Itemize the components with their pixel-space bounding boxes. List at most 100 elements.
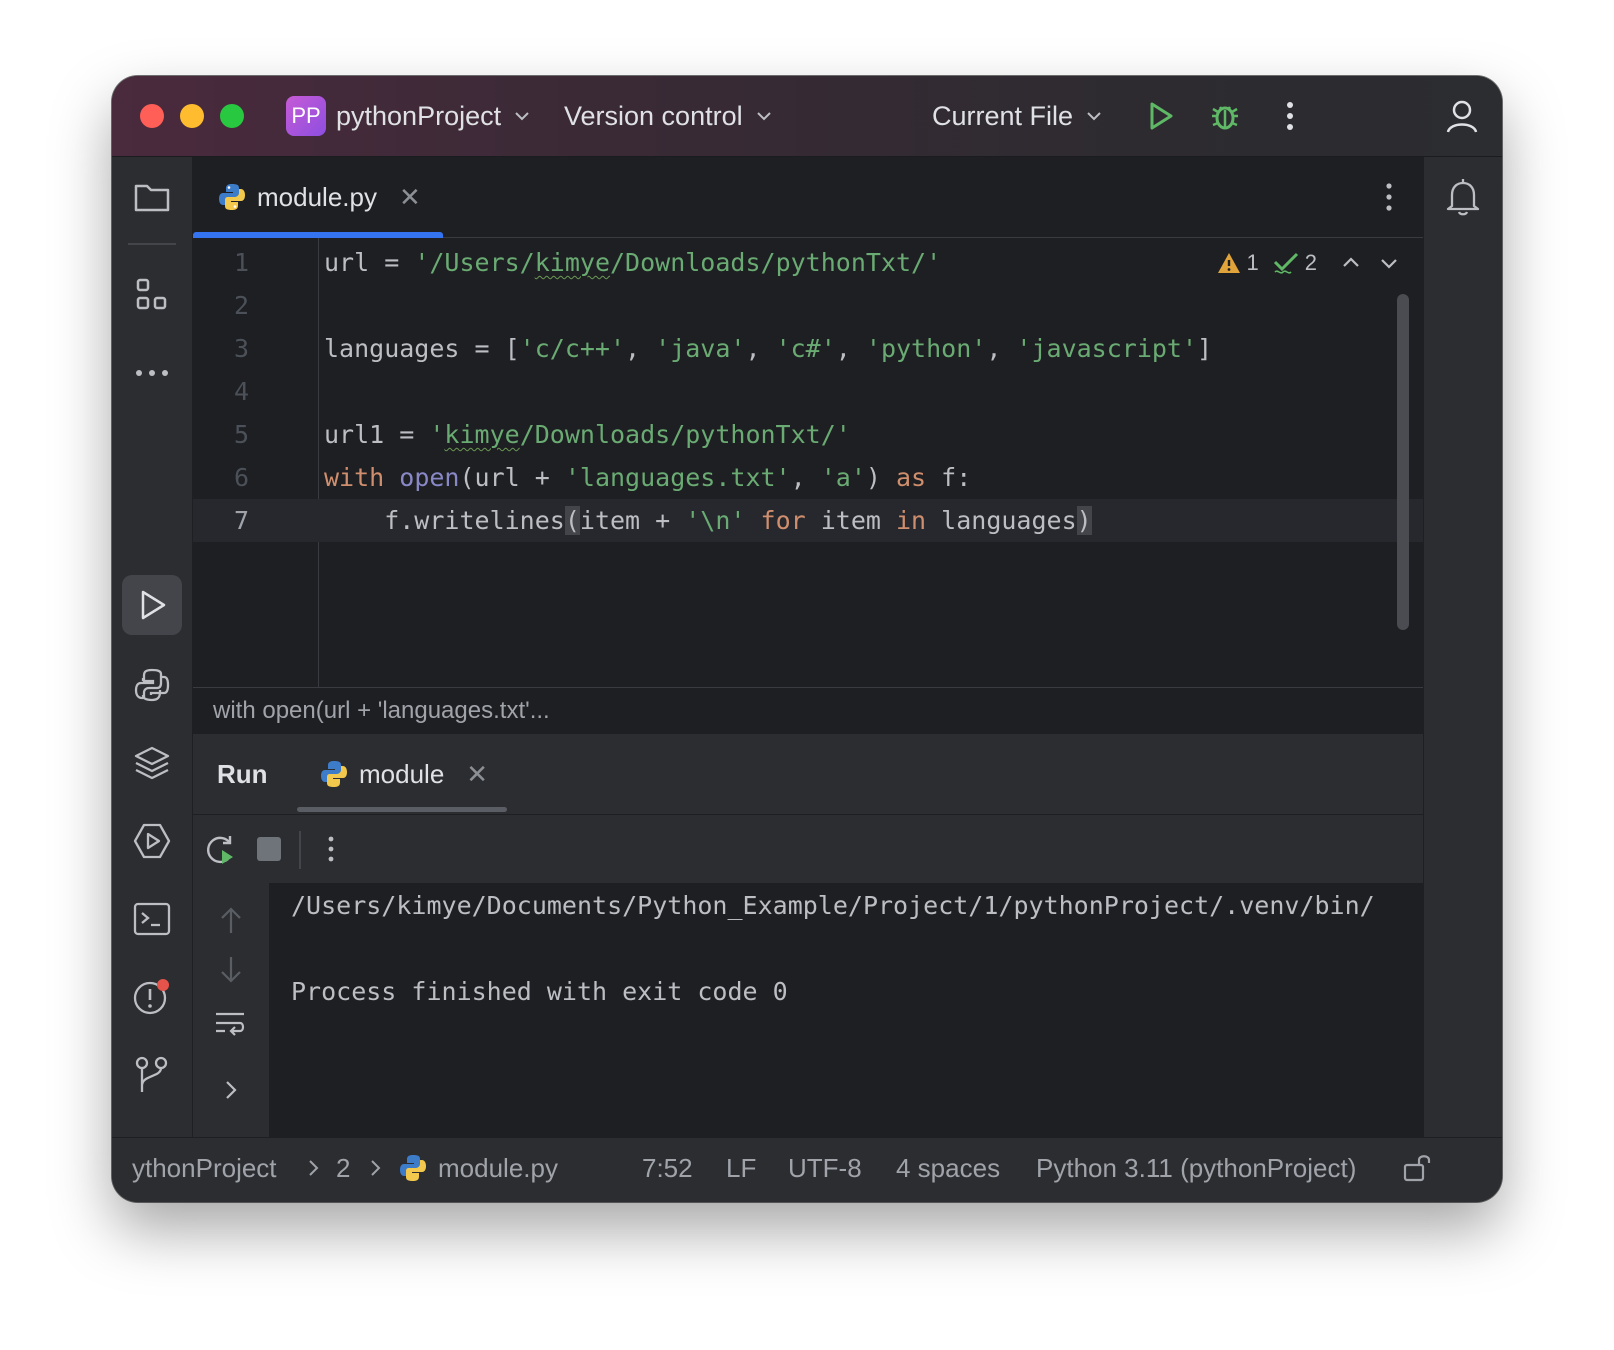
status-line-ending[interactable]: LF: [726, 1138, 756, 1198]
rerun-icon: [207, 836, 233, 864]
python-packages-button[interactable]: [132, 743, 172, 783]
more-actions-button[interactable]: [1280, 76, 1300, 156]
line-number: 5: [233, 420, 249, 449]
stop-button[interactable]: [257, 837, 281, 861]
python-icon: [134, 668, 170, 702]
terminal-icon: [133, 902, 171, 936]
arrow-up-icon[interactable]: [217, 905, 245, 935]
run-configuration-label: Current File: [932, 100, 1074, 131]
more-vertical-icon: [328, 836, 334, 862]
run-icon: [1150, 102, 1173, 130]
project-tool-button[interactable]: [132, 177, 172, 217]
arrow-down-icon[interactable]: [217, 955, 245, 985]
warning-count[interactable]: 1: [1217, 250, 1259, 276]
run-button[interactable]: [1144, 76, 1176, 156]
chevron-right-icon: [371, 1160, 381, 1176]
status-caret-position[interactable]: 7:52: [642, 1138, 693, 1198]
console-output-line: /Users/kimye/Documents/Python_Example/Pr…: [291, 891, 1375, 920]
soft-wrap-icon[interactable]: [213, 1009, 247, 1039]
status-file[interactable]: module.py: [438, 1138, 558, 1198]
status-folder[interactable]: 2: [336, 1138, 350, 1198]
zoom-window-button[interactable]: [220, 104, 244, 128]
project-widget[interactable]: PP pythonProject: [286, 76, 531, 156]
more-horizontal-icon: [136, 370, 168, 376]
run-icon: [141, 590, 166, 620]
user-icon: [1446, 100, 1478, 133]
tab-module-py[interactable]: module.py ✕: [193, 157, 443, 238]
run-tool-button[interactable]: [132, 585, 172, 625]
editor-tabs-menu-button[interactable]: [1381, 180, 1397, 214]
code-line[interactable]: 6 with open(url + 'languages.txt', 'a') a…: [193, 456, 1423, 499]
chevron-right-icon[interactable]: [221, 1077, 241, 1103]
close-tab-icon[interactable]: ✕: [399, 182, 421, 213]
code-line[interactable]: 4: [193, 370, 1423, 413]
structure-icon: [136, 278, 167, 310]
tool-separator: [128, 243, 176, 245]
title-bar: PP pythonProject Version control Current…: [112, 76, 1502, 157]
chevron-down-icon: [1087, 112, 1101, 121]
run-toolbar: [193, 815, 1423, 883]
line-number: 4: [233, 377, 249, 406]
run-configuration-selector[interactable]: Current File: [932, 76, 1103, 156]
code-line[interactable]: 2: [193, 284, 1423, 327]
close-window-button[interactable]: [140, 104, 164, 128]
services-tool-button[interactable]: [132, 821, 172, 861]
run-more-button[interactable]: [323, 833, 339, 865]
rerun-button[interactable]: [203, 832, 237, 866]
close-run-tab-icon[interactable]: ✕: [466, 759, 488, 790]
status-project[interactable]: ythonProject: [132, 1138, 277, 1198]
run-tab-label: module: [359, 758, 445, 789]
terminal-tool-button[interactable]: [132, 899, 172, 939]
account-button[interactable]: [1442, 76, 1482, 156]
console-side-toolbar: [193, 883, 269, 1137]
python-file-icon: [219, 184, 245, 210]
git-branch-icon: [135, 1056, 168, 1092]
folder-icon: [134, 184, 170, 212]
active-run-tab-indicator: [297, 807, 507, 812]
run-panel-title: Run: [217, 759, 268, 789]
problems-tool-button[interactable]: [132, 977, 172, 1017]
more-tools-button[interactable]: [132, 353, 172, 393]
notifications-button[interactable]: [1444, 177, 1482, 217]
more-vertical-icon: [1386, 183, 1392, 211]
chevron-down-icon: [756, 112, 771, 121]
weak-warning-count[interactable]: 2: [1273, 250, 1317, 276]
minimize-window-button[interactable]: [180, 104, 204, 128]
code-line[interactable]: 5 url1 = 'kimye/Downloads/pythonTxt/': [193, 413, 1423, 456]
code-breadcrumb[interactable]: with open(url + 'languages.txt'...: [193, 687, 1423, 733]
git-tool-button[interactable]: [132, 1055, 172, 1095]
status-encoding[interactable]: UTF-8: [788, 1138, 862, 1198]
code-text: url1 = 'kimye/Downloads/pythonTxt/': [324, 420, 851, 449]
run-panel-header: Run module ✕: [193, 734, 1423, 815]
chevron-down-icon[interactable]: [1377, 253, 1401, 273]
code-line[interactable]: 3 languages = ['c/c++', 'java', 'c#', 'py…: [193, 327, 1423, 370]
bell-icon: [1446, 179, 1480, 216]
left-tool-strip: [112, 157, 193, 1137]
chevron-up-icon[interactable]: [1339, 253, 1363, 273]
status-interpreter[interactable]: Python 3.11 (pythonProject): [1036, 1138, 1356, 1198]
status-indent[interactable]: 4 spaces: [896, 1138, 1000, 1198]
python-console-button[interactable]: [132, 665, 172, 705]
code-editor[interactable]: 1 url = '/Users/kimye/Downloads/pythonTxt…: [193, 238, 1423, 688]
inspection-widget[interactable]: 1 2: [1217, 250, 1402, 276]
chevron-down-icon: [515, 112, 529, 121]
layers-icon: [134, 746, 170, 780]
services-icon: [133, 823, 171, 859]
editor-tab-bar: module.py ✕: [193, 157, 1423, 238]
line-number: 3: [233, 334, 249, 363]
debug-button[interactable]: [1208, 76, 1242, 156]
version-control-widget[interactable]: Version control: [564, 76, 773, 156]
run-console[interactable]: /Users/kimye/Documents/Python_Example/Pr…: [193, 883, 1423, 1137]
code-text: url = '/Users/kimye/Downloads/pythonTxt/…: [324, 248, 942, 277]
console-output-line: Process finished with exit code 0: [291, 977, 788, 1006]
line-number: 1: [233, 248, 249, 277]
code-line[interactable]: 7 f.writelines(item + '\n' for item in l…: [193, 499, 1423, 542]
structure-tool-button[interactable]: [132, 275, 172, 315]
run-tab-module[interactable]: module ✕: [319, 734, 488, 814]
line-number: 6: [233, 463, 249, 492]
problems-icon: [133, 979, 169, 1015]
unlock-icon[interactable]: [1402, 1152, 1432, 1184]
line-number: 7: [233, 506, 249, 535]
project-name: pythonProject: [336, 100, 502, 131]
editor-scrollbar[interactable]: [1397, 294, 1409, 630]
